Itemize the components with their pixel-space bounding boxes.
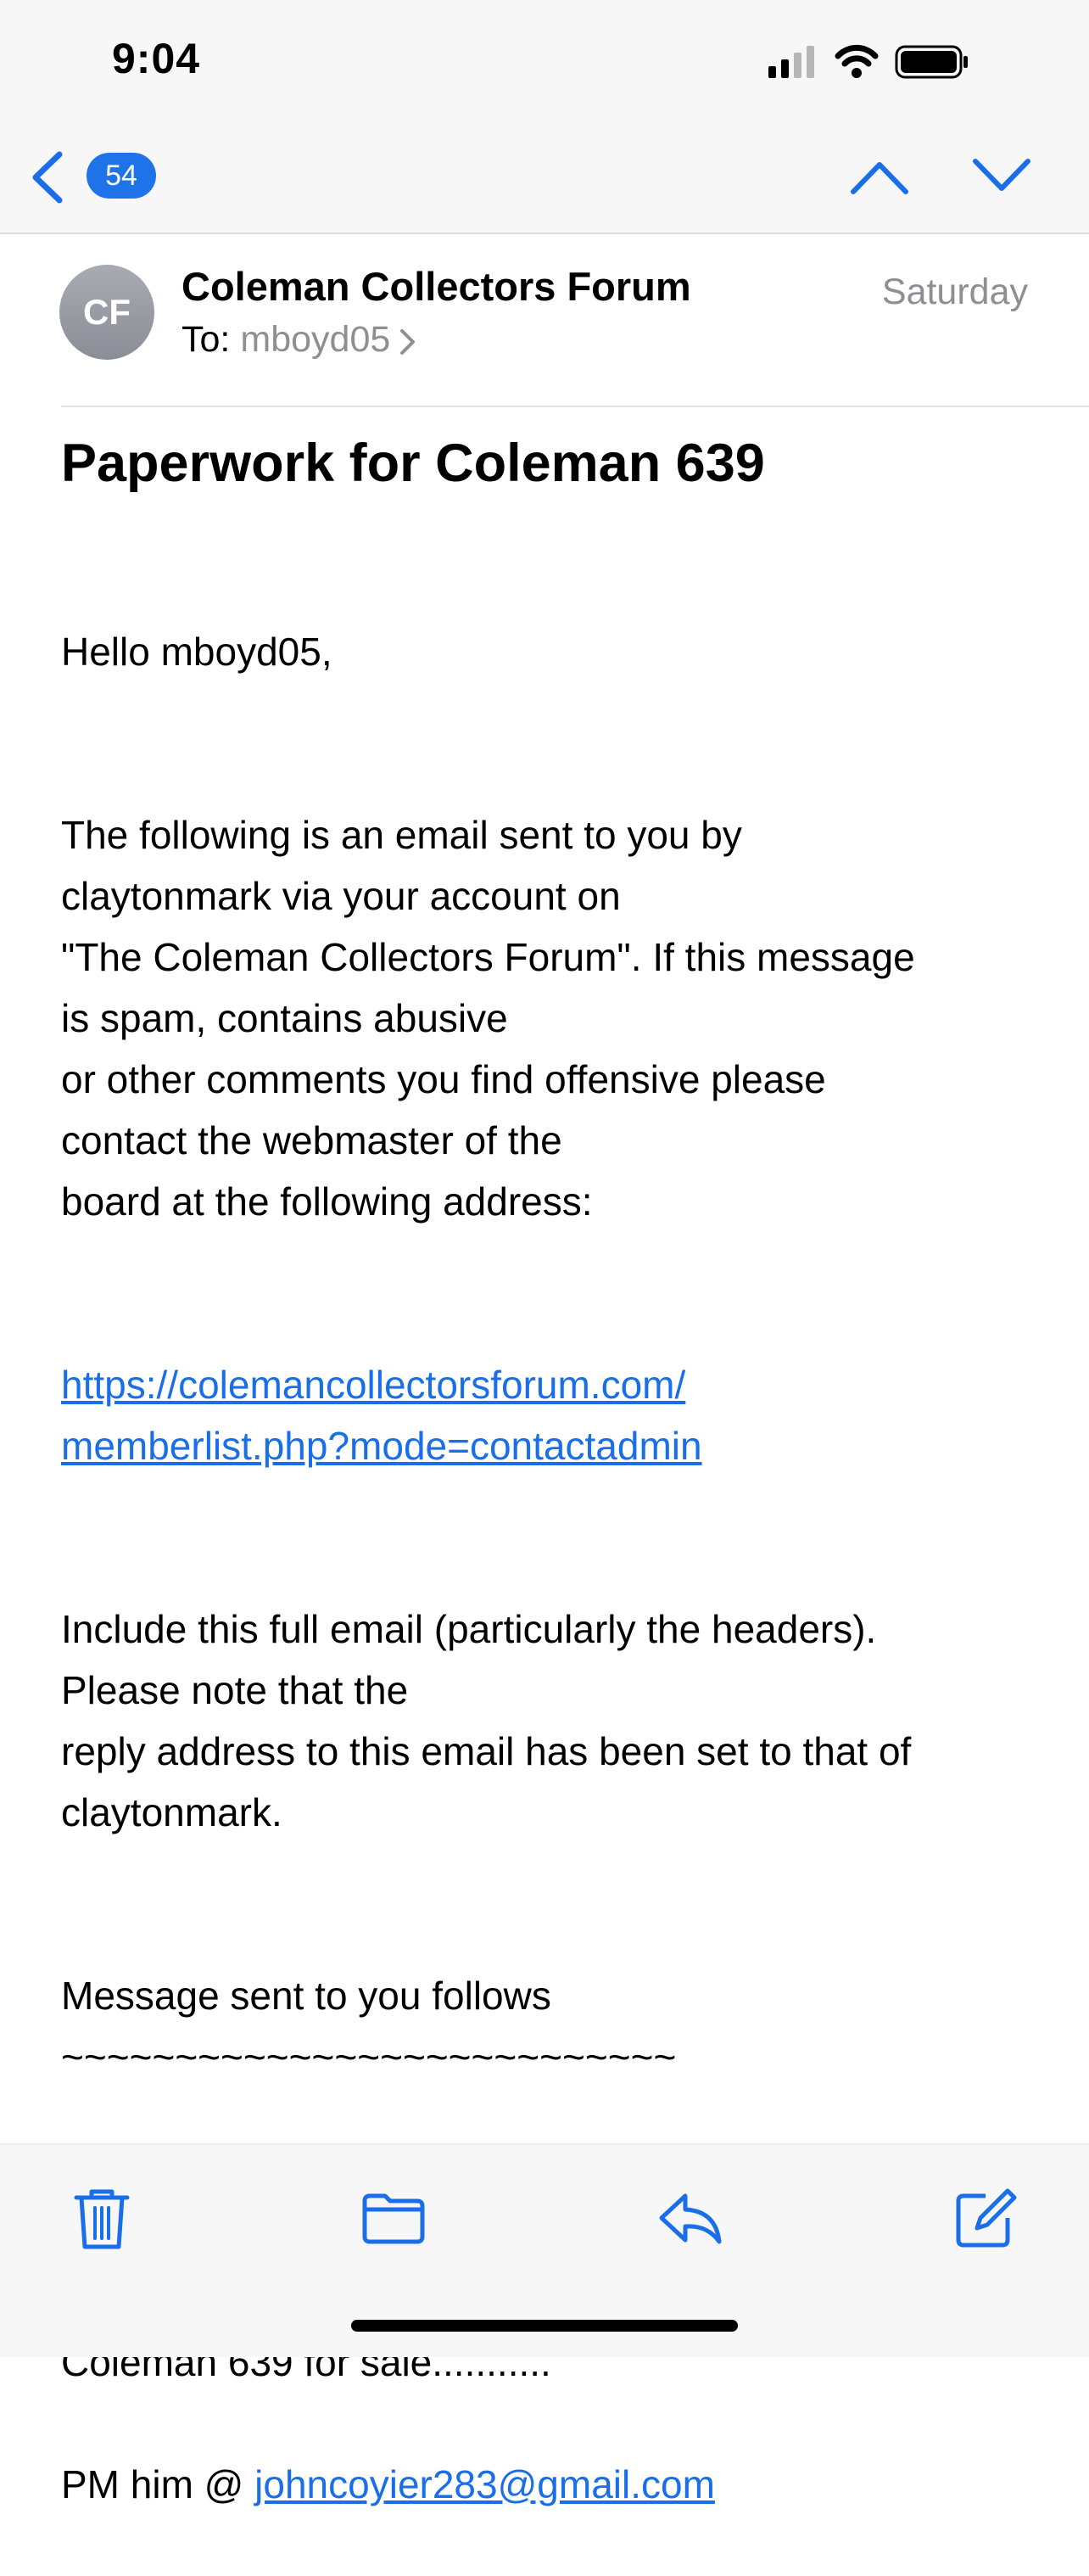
status-time: 9:04: [112, 35, 201, 82]
home-indicator[interactable]: [351, 2320, 738, 2332]
cellular-signal-icon: [768, 46, 814, 78]
email-date: Saturday: [881, 272, 1028, 312]
chevron-right-icon: [400, 328, 416, 355]
battery-icon: [895, 45, 968, 79]
message-header: Message sent to you follows ~~~~~~~~~~~~…: [61, 1974, 677, 2079]
pm-prefix: PM him @: [61, 2462, 255, 2506]
email-subject: Paperwork for Coleman 639: [61, 434, 765, 493]
unread-count-badge[interactable]: 54: [87, 153, 156, 199]
pm-email-link[interactable]: johncoyier283@gmail.com: [254, 2462, 715, 2506]
bottom-toolbar: [0, 2145, 1089, 2357]
trash-icon[interactable]: [68, 2184, 136, 2252]
greeting: Hello mboyd05,: [61, 630, 332, 674]
header-divider: [61, 406, 1089, 407]
pm-line: PM him @ johncoyier283@gmail.com: [61, 2454, 1045, 2515]
previous-message-chevron-up-icon[interactable]: [850, 153, 909, 200]
sender-avatar[interactable]: CF: [59, 265, 154, 360]
recipient-row[interactable]: To: mboyd05: [182, 319, 417, 361]
next-message-chevron-down-icon[interactable]: [972, 153, 1031, 200]
to-label: To:: [182, 319, 231, 360]
contact-admin-link[interactable]: https://colemancollectorsforum.com/ memb…: [61, 1363, 702, 1468]
sender-name[interactable]: Coleman Collectors Forum: [182, 263, 691, 310]
nav-bar: 54: [0, 127, 1089, 234]
status-bar: 9:04: [0, 0, 1089, 127]
folder-icon[interactable]: [360, 2184, 427, 2252]
email-header: CF Coleman Collectors Forum To: mboyd05 S…: [0, 234, 1089, 406]
compose-icon[interactable]: [952, 2184, 1019, 2252]
back-chevron-icon[interactable]: [27, 151, 68, 204]
include-note-paragraph: Include this full email (particularly th…: [61, 1607, 912, 1834]
reply-icon[interactable]: [656, 2184, 724, 2252]
recipient-name: mboyd05: [240, 319, 391, 360]
status-icons: [768, 44, 968, 79]
wifi-icon: [835, 44, 879, 78]
intro-paragraph: The following is an email sent to you by…: [61, 813, 915, 1224]
